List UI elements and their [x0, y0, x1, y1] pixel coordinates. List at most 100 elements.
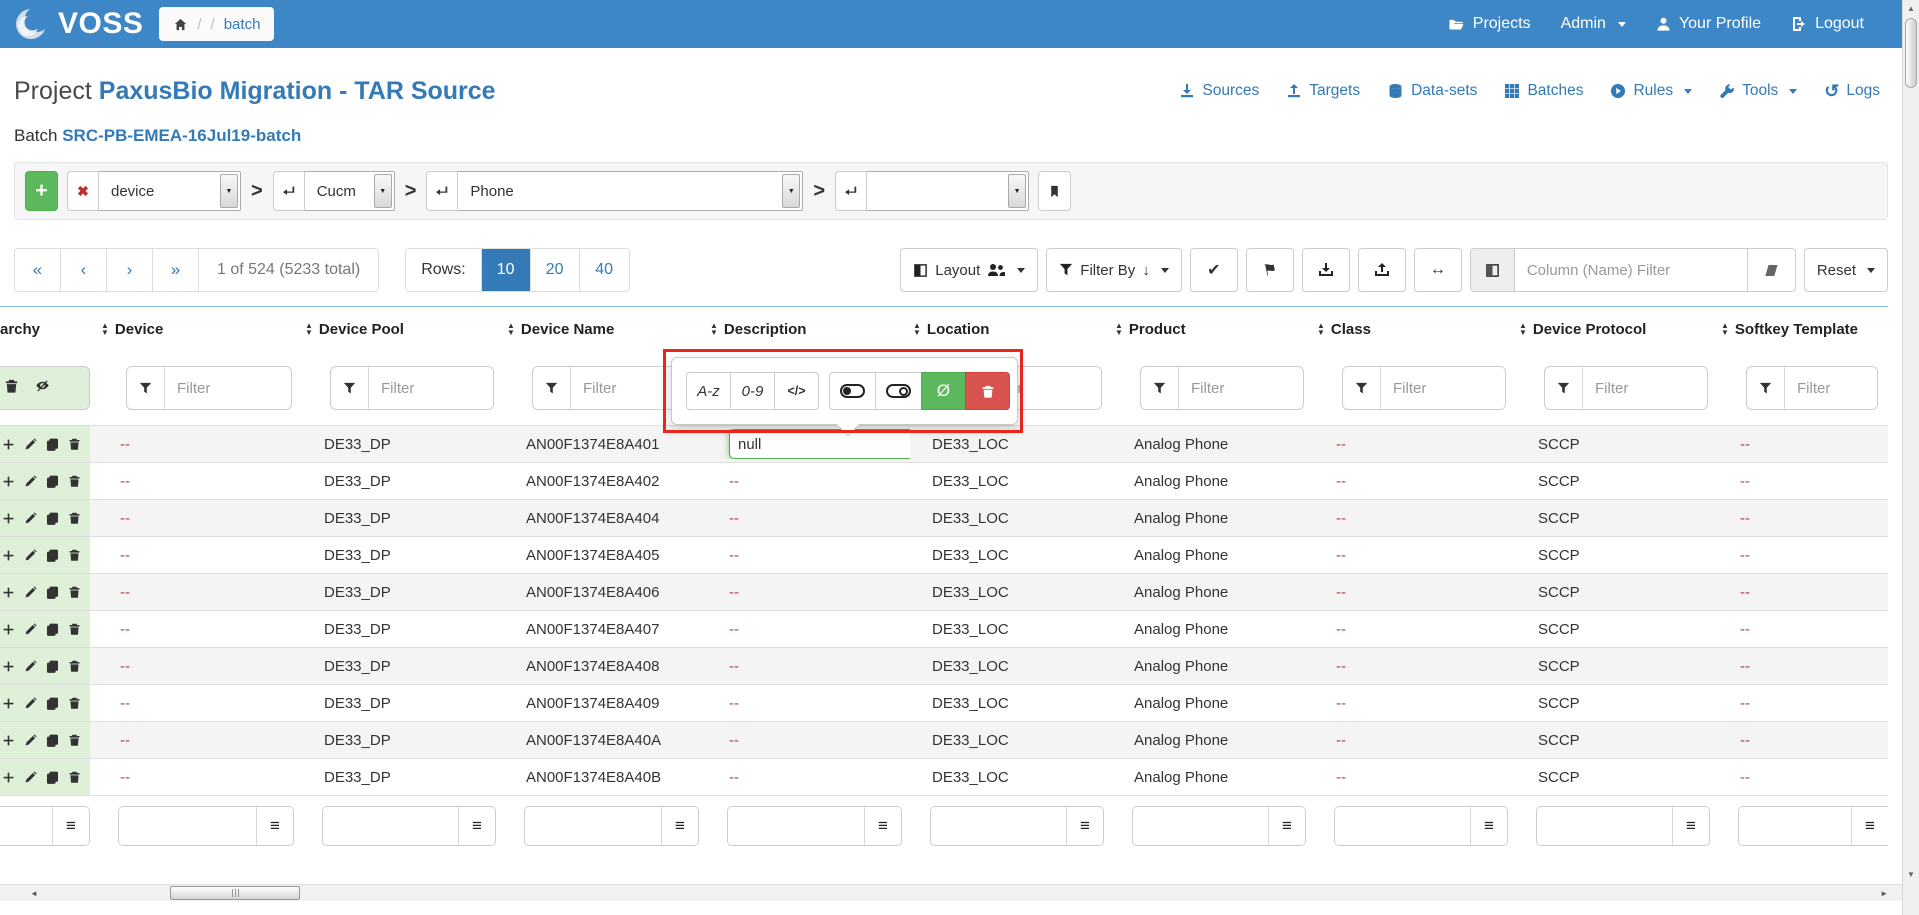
column-menu-button[interactable]: ≡ — [52, 807, 89, 845]
delete-row-icon[interactable] — [68, 659, 81, 673]
footer-filter-input[interactable] — [0, 807, 52, 845]
prev-page-button[interactable]: ‹ — [61, 249, 107, 291]
delete-row-icon[interactable] — [68, 511, 81, 525]
filter-input-softkey_template[interactable] — [1785, 367, 1877, 409]
rows-option-20[interactable]: 20 — [531, 249, 580, 291]
toggle-off-button[interactable] — [875, 372, 922, 410]
bookmark-button[interactable] — [1038, 171, 1071, 211]
batches-link[interactable]: Batches — [1504, 82, 1583, 100]
column-header-description[interactable]: ▲▼Description — [707, 321, 910, 338]
column-name-filter-input[interactable] — [1515, 249, 1747, 291]
edit-row-icon[interactable] — [24, 512, 37, 525]
column-header-softkey_template[interactable]: ▲▼Softkey Template — [1718, 321, 1888, 338]
filter-by-button[interactable]: Filter By ↓ — [1046, 248, 1182, 292]
numeric-sort-button[interactable]: 0-9 — [730, 372, 775, 410]
vertical-scroll-thumb[interactable] — [1905, 18, 1917, 88]
copy-row-icon[interactable] — [46, 734, 59, 747]
column-menu-button[interactable]: ≡ — [458, 807, 495, 845]
column-header-class[interactable]: ▲▼Class — [1314, 321, 1516, 338]
filter-input-product[interactable] — [1179, 367, 1303, 409]
targets-link[interactable]: Targets — [1286, 82, 1360, 100]
set-null-button[interactable]: Ø — [921, 372, 966, 410]
tools-menu[interactable]: Tools — [1719, 82, 1797, 100]
edit-row-icon[interactable] — [24, 623, 37, 636]
sources-link[interactable]: Sources — [1179, 82, 1259, 100]
enter-button[interactable] — [835, 171, 867, 211]
scroll-right-icon[interactable]: ► — [1880, 889, 1888, 898]
logout-link[interactable]: Logout — [1791, 15, 1864, 33]
column-menu-button[interactable]: ≡ — [1672, 807, 1709, 845]
column-header-location[interactable]: ▲▼Location — [910, 321, 1112, 338]
copy-row-icon[interactable] — [46, 438, 59, 451]
filter-input-class[interactable] — [1381, 367, 1505, 409]
column-menu-button[interactable]: ≡ — [256, 807, 293, 845]
export-button[interactable] — [1302, 248, 1350, 292]
first-page-button[interactable]: « — [15, 249, 61, 291]
import-button[interactable] — [1358, 248, 1406, 292]
footer-filter-input[interactable] — [1537, 807, 1672, 845]
column-header-device[interactable]: ▲▼Device — [98, 321, 302, 338]
column-header-product[interactable]: ▲▼Product — [1112, 321, 1314, 338]
edit-row-icon[interactable] — [24, 734, 37, 747]
add-row-icon[interactable] — [2, 623, 15, 636]
enter-button[interactable] — [273, 171, 305, 211]
empty-select[interactable]: ▼ — [867, 171, 1029, 211]
toggle-on-button[interactable] — [829, 372, 876, 410]
copy-row-icon[interactable] — [46, 586, 59, 599]
home-icon[interactable] — [173, 17, 188, 32]
delete-row-icon[interactable] — [68, 622, 81, 636]
copy-row-icon[interactable] — [46, 660, 59, 673]
expand-columns-button[interactable]: ↔ — [1414, 248, 1462, 292]
delete-value-button[interactable] — [965, 372, 1010, 410]
delete-row-icon[interactable] — [68, 733, 81, 747]
edit-row-icon[interactable] — [24, 660, 37, 673]
description-edit-input[interactable] — [729, 429, 910, 459]
batch-name[interactable]: SRC-PB-EMEA-16Jul19-batch — [62, 126, 301, 145]
layout-button[interactable]: Layout — [900, 248, 1038, 292]
edit-row-icon[interactable] — [24, 475, 37, 488]
scroll-down-icon[interactable]: ▼ — [1907, 870, 1915, 879]
horizontal-scroll-thumb[interactable] — [170, 886, 300, 900]
add-row-icon[interactable] — [2, 771, 15, 784]
source-select[interactable]: Cucm ▼ — [305, 171, 395, 211]
column-menu-button[interactable]: ≡ — [864, 807, 901, 845]
column-menu-button[interactable]: ≡ — [1851, 807, 1888, 845]
copy-row-icon[interactable] — [46, 623, 59, 636]
add-row-icon[interactable] — [2, 586, 15, 599]
copy-row-icon[interactable] — [46, 512, 59, 525]
clear-column-filter-button[interactable] — [1747, 249, 1795, 291]
footer-filter-input[interactable] — [728, 807, 864, 845]
flag-button[interactable]: ⚑ — [1246, 248, 1294, 292]
footer-filter-input[interactable] — [1335, 807, 1470, 845]
column-menu-button[interactable]: ≡ — [661, 807, 698, 845]
add-row-icon[interactable] — [2, 660, 15, 673]
footer-filter-input[interactable] — [525, 807, 661, 845]
delete-row-icon[interactable] — [68, 696, 81, 710]
add-row-icon[interactable] — [2, 512, 15, 525]
edit-row-icon[interactable] — [24, 549, 37, 562]
rows-option-10[interactable]: 10 — [482, 249, 531, 291]
delete-row-icon[interactable] — [68, 585, 81, 599]
confirm-button[interactable]: ✔ — [1190, 248, 1238, 292]
model-type-select[interactable]: device ▼ — [99, 171, 241, 211]
add-row-icon[interactable] — [2, 734, 15, 747]
footer-filter-input[interactable] — [1133, 807, 1268, 845]
column-menu-button[interactable]: ≡ — [1268, 807, 1305, 845]
filter-input-device[interactable] — [165, 367, 291, 409]
filter-input-device_pool[interactable] — [369, 367, 493, 409]
delete-row-icon[interactable] — [68, 474, 81, 488]
reset-button[interactable]: Reset — [1804, 248, 1888, 292]
add-row-icon[interactable] — [2, 697, 15, 710]
delete-all-icon[interactable] — [4, 378, 19, 399]
last-page-button[interactable]: » — [153, 249, 199, 291]
projects-link[interactable]: Projects — [1447, 15, 1531, 33]
column-header-hierarchy[interactable]: archy — [0, 321, 98, 338]
logs-link[interactable]: ↺ Logs — [1824, 82, 1880, 100]
rules-menu[interactable]: Rules — [1610, 82, 1692, 100]
device-type-select[interactable]: Phone ▼ — [458, 171, 803, 211]
footer-filter-input[interactable] — [1739, 807, 1851, 845]
footer-filter-input[interactable] — [119, 807, 256, 845]
edit-row-icon[interactable] — [24, 771, 37, 784]
delete-row-icon[interactable] — [68, 770, 81, 784]
scroll-up-icon[interactable]: ▲ — [1907, 4, 1915, 13]
